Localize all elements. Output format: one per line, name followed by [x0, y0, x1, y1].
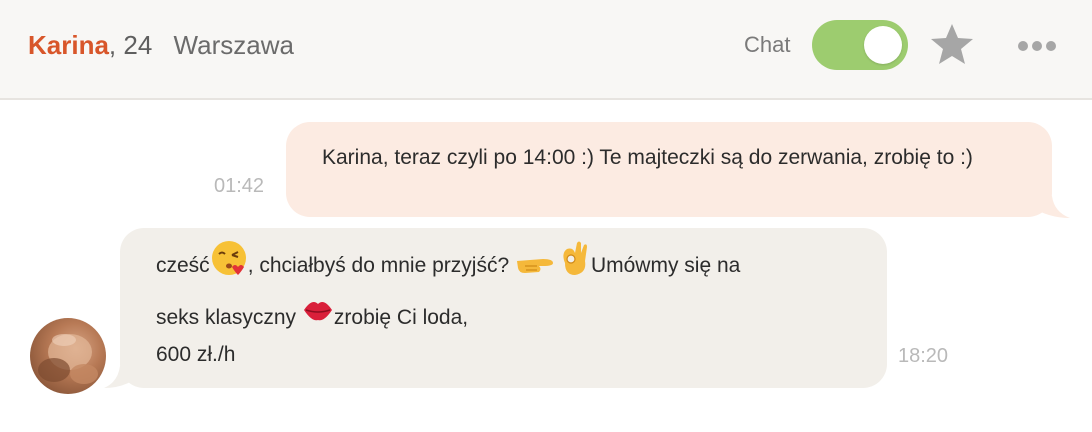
message-text: cześć — [156, 254, 210, 277]
message-time: 18:20 — [898, 345, 949, 367]
message-text: , chciałbyś do mnie przyjść? — [247, 254, 510, 277]
chat-toggle-label: Chat — [744, 32, 791, 57]
profile-age: 24 — [123, 30, 153, 60]
more-options-icon[interactable] — [1018, 38, 1062, 51]
message-line: 600 zł./h — [156, 340, 235, 370]
avatar-image — [38, 334, 98, 384]
bubble-tail-icon — [104, 366, 140, 388]
bubble-tail-icon — [1030, 196, 1070, 218]
profile-name[interactable]: Karina — [28, 30, 109, 60]
name-separator: , — [108, 30, 117, 60]
message-text: seks klasyczny — [156, 306, 297, 329]
ok-hand-emoji — [563, 241, 587, 276]
incoming-message: cześć , chciałbyś do mnie przyjść? Umówm… — [120, 228, 887, 388]
kissing-face-emoji — [211, 241, 246, 276]
dot-icon — [1032, 41, 1042, 51]
message-text: zrobię Ci loda, — [333, 306, 469, 329]
profile-city: Warszawa — [173, 30, 294, 60]
message-text: 600 zł./h — [156, 343, 236, 366]
message-text: Umówmy się na — [590, 254, 741, 277]
dot-icon — [1018, 41, 1028, 51]
message-line: cześć , chciałbyś do mnie przyjść? Umówm… — [156, 241, 741, 286]
pointing-right-emoji — [516, 259, 553, 274]
avatar[interactable] — [30, 318, 106, 394]
outgoing-message: Karina, teraz czyli po 14:00 :) Te majte… — [286, 122, 1052, 217]
chat-header: Karina, 24 Warszawa Chat — [0, 0, 1092, 100]
dot-icon — [1046, 41, 1056, 51]
chat-window: Karina, 24 Warszawa Chat 01:42 Karina, t… — [0, 0, 1092, 432]
profile-summary[interactable]: Karina, 24 Warszawa — [28, 30, 294, 61]
chat-toggle[interactable] — [812, 20, 908, 70]
message-text: Karina, teraz czyli po 14:00 :) Te majte… — [322, 146, 973, 169]
lips-emoji — [303, 302, 332, 321]
message-time: 01:42 — [214, 175, 265, 197]
message-line: seks klasyczny zrobię Ci loda, — [156, 300, 468, 336]
toggle-knob — [864, 26, 902, 64]
star-icon[interactable] — [929, 22, 975, 66]
